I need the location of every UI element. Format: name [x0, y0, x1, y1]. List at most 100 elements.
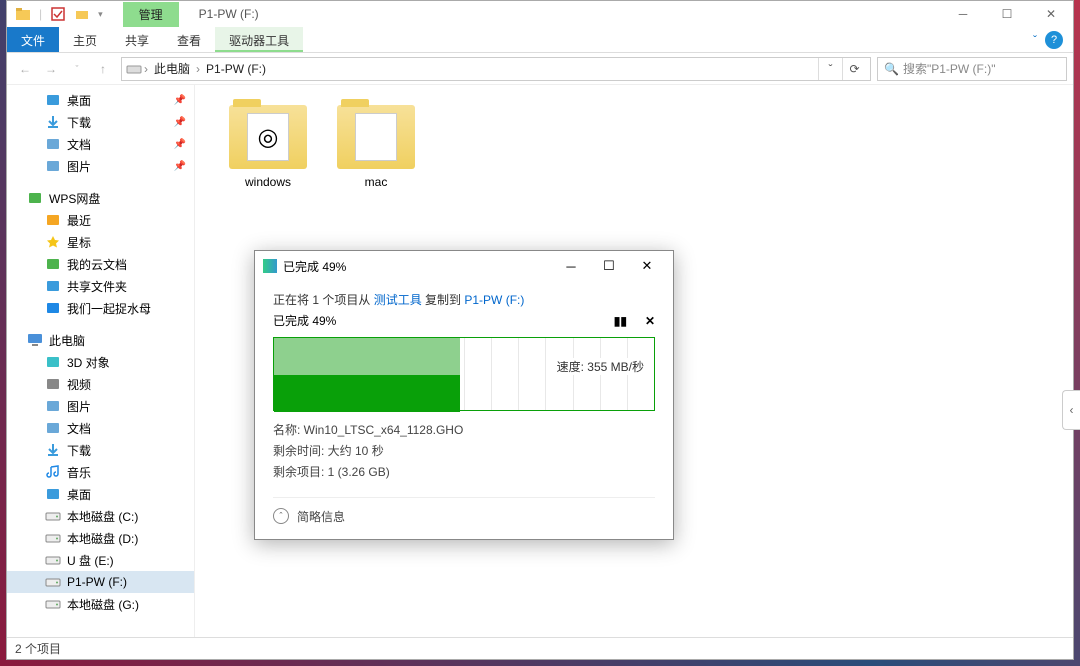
sidebar-item[interactable]: 我们一起捉水母 [7, 297, 194, 319]
drive-icon [45, 508, 61, 524]
sidebar-item-label: P1-PW (F:) [67, 575, 127, 589]
crumb-this-pc[interactable]: 此电脑 [150, 60, 194, 77]
sidebar-item[interactable]: 共享文件夹 [7, 275, 194, 297]
maximize-button[interactable]: ☐ [985, 1, 1029, 27]
status-bar: 2 个项目 [7, 637, 1073, 659]
document-icon [45, 420, 61, 436]
titlebar: | ▾ 管理 P1-PW (F:) ─ ☐ ✕ [7, 1, 1073, 27]
sidebar-item-label: 我们一起捉水母 [67, 300, 151, 317]
drive-icon [126, 61, 142, 77]
sidebar-item[interactable]: P1-PW (F:) [7, 571, 194, 593]
time-remaining-row: 剩余时间: 大约 10 秒 [273, 442, 655, 461]
dialog-titlebar[interactable]: 已完成 49% ─ ☐ ✕ [255, 251, 673, 281]
tab-view[interactable]: 查看 [163, 27, 215, 52]
recent-icon [45, 212, 61, 228]
sidebar-item[interactable]: 本地磁盘 (C:) [7, 505, 194, 527]
folder-item[interactable]: mac [331, 105, 421, 189]
sidebar-item[interactable]: 下载 [7, 439, 194, 461]
search-icon: 🔍 [884, 62, 899, 76]
chevron-up-icon: ˆ [273, 508, 289, 524]
crumb-current[interactable]: P1-PW (F:) [202, 62, 270, 76]
copy-icon [263, 259, 277, 273]
dialog-title: 已完成 49% [283, 258, 346, 275]
sidebar-item[interactable]: 视频 [7, 373, 194, 395]
nav-forward-icon[interactable]: → [39, 57, 63, 81]
chevron-right-icon[interactable]: › [194, 62, 202, 76]
sidebar-item-label: 本地磁盘 (D:) [67, 530, 138, 547]
help-icon[interactable]: ? [1045, 31, 1063, 49]
drive-icon [45, 596, 61, 612]
source-link[interactable]: 测试工具 [374, 293, 422, 307]
sidebar-item-label: 文档 [67, 136, 91, 153]
pause-button[interactable]: ▮▮ [614, 314, 627, 328]
sidebar-section-wps[interactable]: WPS网盘 [7, 187, 194, 209]
address-bar[interactable]: › 此电脑 › P1-PW (F:) ˇ ⟳ [121, 57, 871, 81]
folder-label: windows [223, 175, 313, 189]
sidebar-item-label: 下载 [67, 442, 91, 459]
destination-link[interactable]: P1-PW (F:) [464, 293, 524, 307]
star-icon [45, 234, 61, 250]
3d-icon [45, 354, 61, 370]
sidebar-item[interactable]: 文档 📌 [7, 133, 194, 155]
minimize-button[interactable]: ─ [941, 1, 985, 27]
pin-icon: 📌 [174, 139, 186, 150]
progress-label: 已完成 49% [273, 312, 336, 329]
sidebar-item[interactable]: U 盘 (E:) [7, 549, 194, 571]
sidebar-item-label: 我的云文档 [67, 256, 127, 273]
close-button[interactable]: ✕ [1029, 1, 1073, 27]
dialog-minimize-button[interactable]: ─ [553, 253, 589, 279]
sidebar-item[interactable]: 3D 对象 [7, 351, 194, 373]
details-toggle[interactable]: ˆ 简略信息 [273, 497, 655, 525]
sidebar-item[interactable]: 下载📌 [7, 111, 194, 133]
sidebar-section-this-pc[interactable]: 此电脑 [7, 329, 194, 351]
tab-home[interactable]: 主页 [59, 27, 111, 52]
sidebar-item[interactable]: 音乐 [7, 461, 194, 483]
chevron-right-icon[interactable]: › [142, 62, 150, 76]
side-flyout-icon[interactable]: ‹ [1062, 390, 1080, 430]
nav-back-icon[interactable]: ← [13, 57, 37, 81]
sidebar-item[interactable]: 图片 [7, 395, 194, 417]
dialog-maximize-button[interactable]: ☐ [591, 253, 627, 279]
sidebar-item-label: 下载 [67, 114, 91, 131]
sidebar-item[interactable]: 最近 [7, 209, 194, 231]
drive-icon [45, 530, 61, 546]
folder-item[interactable]: ◎windows [223, 105, 313, 189]
picture-icon [45, 398, 61, 414]
folder-small-icon[interactable] [74, 6, 90, 22]
search-input[interactable]: 🔍 搜索"P1-PW (F:)" [877, 57, 1067, 81]
tab-share[interactable]: 共享 [111, 27, 163, 52]
tab-drive-tools[interactable]: 驱动器工具 [215, 27, 303, 52]
sidebar-item[interactable]: 本地磁盘 (D:) [7, 527, 194, 549]
sidebar-item-label: 文档 [67, 420, 91, 437]
box-icon [45, 300, 61, 316]
cancel-button[interactable]: ✕ [645, 314, 655, 328]
sidebar-item[interactable]: 桌面📌 [7, 89, 194, 111]
sidebar-item[interactable]: 图片📌 [7, 155, 194, 177]
address-dropdown-icon[interactable]: ˇ [818, 58, 842, 80]
refresh-icon[interactable]: ⟳ [842, 58, 866, 80]
quick-access-toolbar: | ▾ [7, 6, 103, 22]
sidebar-item[interactable]: 文档 [7, 417, 194, 439]
document-icon [45, 136, 61, 152]
drive-icon [45, 574, 61, 590]
sidebar-item-label: 此电脑 [49, 332, 85, 349]
copy-description: 正在将 1 个项目从 测试工具 复制到 P1-PW (F:) [273, 291, 655, 308]
nav-recent-dropdown-icon[interactable]: ˇ [65, 57, 89, 81]
sidebar-item-label: 图片 [67, 158, 91, 175]
checkbox-icon[interactable] [50, 6, 66, 22]
sidebar-item-label: 共享文件夹 [67, 278, 127, 295]
items-remaining-row: 剩余项目: 1 (3.26 GB) [273, 463, 655, 482]
nav-sidebar: 桌面📌下载📌 文档 📌 图片📌 WPS网盘最近星标我的云文档共享文件夹我们一起捉水母此电… [7, 85, 195, 637]
sidebar-item[interactable]: 桌面 [7, 483, 194, 505]
copy-progress-dialog: 已完成 49% ─ ☐ ✕ 正在将 1 个项目从 测试工具 复制到 P1-PW … [254, 250, 674, 540]
nav-up-icon[interactable]: ↑ [91, 57, 115, 81]
ribbon-expand-icon[interactable]: ˇ [1033, 33, 1037, 47]
sidebar-item[interactable]: 星标 [7, 231, 194, 253]
video-icon [45, 376, 61, 392]
sidebar-item[interactable]: 本地磁盘 (G:) [7, 593, 194, 615]
sidebar-item[interactable]: 我的云文档 [7, 253, 194, 275]
sidebar-item-label: 本地磁盘 (G:) [67, 596, 139, 613]
qat-dropdown-icon[interactable]: ▾ [98, 9, 103, 20]
tab-file[interactable]: 文件 [7, 27, 59, 52]
dialog-close-button[interactable]: ✕ [629, 253, 665, 279]
